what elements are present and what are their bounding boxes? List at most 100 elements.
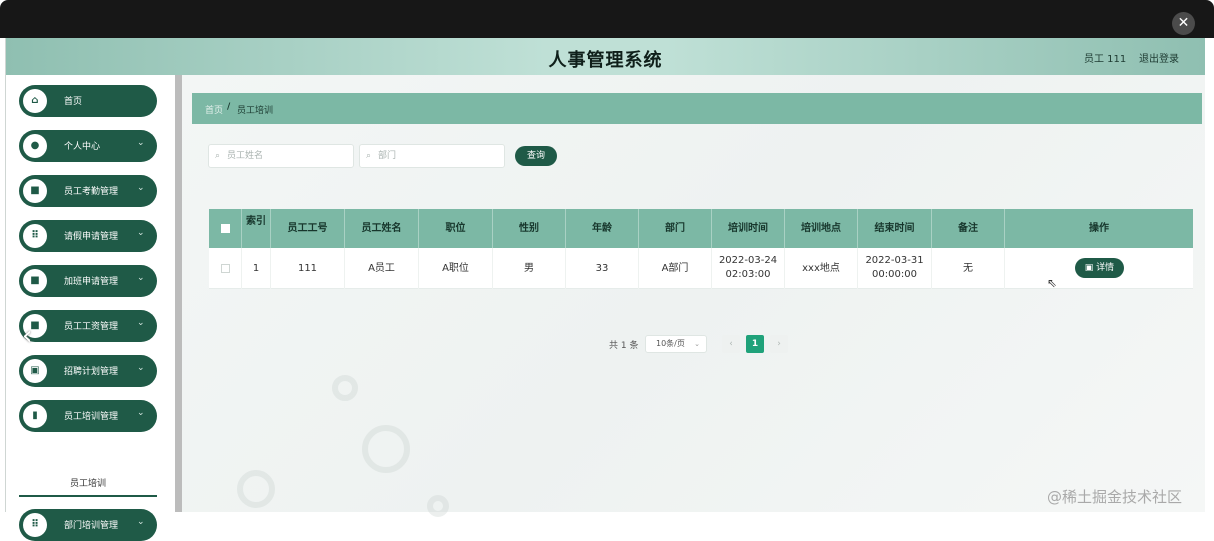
table-cell: A部门 [639,248,712,289]
sidebar: ⌂ 首页 ● 个人中心 ⌄ ■ 员工考勤管理 ⌄ ⠿ 请假申请管理 ⌄ ■ 加班… [6,75,178,541]
sidebar-item-label: 招聘计划管理 [64,367,119,377]
column-header[interactable]: 备注 [932,209,1005,248]
page-size-value: 10条/页 [656,339,685,348]
sidebar-scrollbar[interactable] [175,75,182,512]
sidebar-item-dept-training[interactable]: ⠿ 部门培训管理 ⌄ [19,509,157,541]
background-decoration [362,425,410,473]
end-time-date: 2022-03-31 [865,255,924,266]
table-cell: A职位 [419,248,493,289]
sidebar-item-overtime[interactable]: ■ 加班申请管理 ⌄ [19,265,157,297]
train-time-date: 2022-03-24 [718,255,778,266]
sidebar-item-label: 请假申请管理 [64,232,119,242]
watermark: @稀土掘金技术社区 [1047,488,1183,506]
sidebar-item-label: 员工培训管理 [64,412,119,422]
column-header[interactable]: 性别 [493,209,566,248]
prev-page-button[interactable]: ‹ [722,335,740,353]
chevron-down-icon: ⌄ [137,517,145,527]
background-decoration [427,495,449,517]
chevron-down-icon: ⌄ [137,363,145,373]
page-size-select[interactable]: 10条/页 ⌄ [645,335,707,353]
table-cell: 2022-03-24 02:03:00 [712,248,785,289]
search-icon: ⌕ [215,151,221,161]
grid-icon: ⠿ [23,224,47,248]
sidebar-item-recruit[interactable]: ▣ 招聘计划管理 ⌄ [19,355,157,387]
breadcrumb-current: 员工培训 [237,106,274,116]
train-time-clock: 02:03:00 [725,269,771,280]
column-header[interactable]: 员工姓名 [345,209,419,248]
main-content: 首页 / 员工培训 ⌕ 员工姓名 ⌕ 部门 查询 索引 员工工号 员工姓名 职位… [182,75,1205,517]
sidebar-item-training[interactable]: ▮ 员工培训管理 ⌄ [19,400,157,432]
page-number-current[interactable]: 1 [746,335,764,353]
breadcrumb-separator: / [227,102,231,112]
table-cell: 33 [566,248,639,289]
breadcrumb: 首页 / 员工培训 [192,93,1202,124]
table-cell: 111 [271,248,345,289]
detail-icon: ▣ [1084,263,1097,273]
sidebar-item-salary[interactable]: ■ 员工工资管理 ⌄ [19,310,157,342]
app-frame: 人事管理系统 员工 111 退出登录 ⌂ 首页 ● 个人中心 ⌄ ■ 员工考勤管… [5,38,1205,541]
detail-button[interactable]: ▣ 详情 [1075,258,1124,278]
background-decoration [332,375,358,401]
table-cell: A员工 [345,248,419,289]
chart-icon: ▮ [23,404,47,428]
next-page-button[interactable]: › [770,335,788,353]
sidebar-item-leave[interactable]: ⠿ 请假申请管理 ⌄ [19,220,157,252]
table-cell: xxx地点 [785,248,858,289]
page-title: 人事管理系统 [548,50,663,71]
column-header[interactable]: 培训时间 [712,209,785,248]
breadcrumb-home[interactable]: 首页 [205,103,223,116]
table-header: 索引 员工工号 员工姓名 职位 性别 年龄 部门 培训时间 培训地点 结束时间 … [209,209,1193,248]
select-all-cell [209,209,242,248]
chevron-down-icon: ⌄ [137,138,145,148]
chevron-down-icon: ⌄ [137,183,145,193]
recruit-icon: ▣ [23,359,47,383]
search-placeholder: 部门 [378,151,397,161]
column-header[interactable]: 员工工号 [271,209,345,248]
sidebar-item-label: 个人中心 [64,142,101,152]
row-checkbox[interactable] [221,264,230,273]
search-placeholder: 员工姓名 [227,151,264,161]
overtime-icon: ■ [23,269,47,293]
employee-name-search-input[interactable]: ⌕ 员工姓名 [208,144,354,168]
table-row: 1 111 A员工 A职位 男 33 A部门 2022-03-24 02:03:… [209,248,1193,289]
chevron-down-icon: ⌄ [137,273,145,283]
table-cell: 2022-03-31 00:00:00 [858,248,932,289]
pagination-total: 共 1 条 [609,341,639,351]
search-icon: ⌕ [366,151,372,161]
column-header[interactable]: 索引 [242,209,271,248]
user-icon: ● [23,134,47,158]
sidebar-item-profile[interactable]: ● 个人中心 ⌄ [19,130,157,162]
chevron-down-icon: ⌄ [137,318,145,328]
submenu-item-employee-training[interactable]: 员工培训 [19,473,157,497]
end-time-clock: 00:00:00 [872,269,917,280]
window-titlebar: ✕ [0,0,1214,38]
sidebar-item-home[interactable]: ⌂ 首页 [19,85,157,117]
app-header: 人事管理系统 员工 111 退出登录 [6,38,1205,75]
column-header: 操作 [1089,223,1109,234]
logout-link[interactable]: 退出登录 [1139,50,1179,65]
sidebar-item-label: 员工工资管理 [64,322,119,332]
close-icon[interactable]: ✕ [1172,12,1195,35]
attendance-icon: ■ [23,179,47,203]
department-search-input[interactable]: ⌕ 部门 [359,144,505,168]
sidebar-item-attendance[interactable]: ■ 员工考勤管理 ⌄ [19,175,157,207]
sidebar-item-label: 加班申请管理 [64,277,119,287]
column-header[interactable]: 职位 [419,209,493,248]
chevron-down-icon: ⌄ [137,408,145,418]
table-cell: 男 [493,248,566,289]
sidebar-item-label: 员工考勤管理 [64,187,119,197]
sidebar-item-label: 首页 [64,97,83,107]
column-header[interactable]: 部门 [639,209,712,248]
back-arrow-icon[interactable]: ‹ [22,321,32,351]
query-button[interactable]: 查询 [515,146,557,166]
sidebar-item-label: 部门培训管理 [64,521,119,531]
column-header[interactable]: 培训地点 [785,209,858,248]
grid-icon: ⠿ [23,513,47,537]
column-header[interactable]: 年龄 [566,209,639,248]
select-all-checkbox[interactable] [221,224,230,233]
current-user: 员工 111 [1084,54,1127,65]
column-header[interactable]: 结束时间 [858,209,932,248]
table-cell: 1 [242,248,271,289]
background-decoration [237,470,275,508]
detail-button-label: 详情 [1096,263,1115,273]
